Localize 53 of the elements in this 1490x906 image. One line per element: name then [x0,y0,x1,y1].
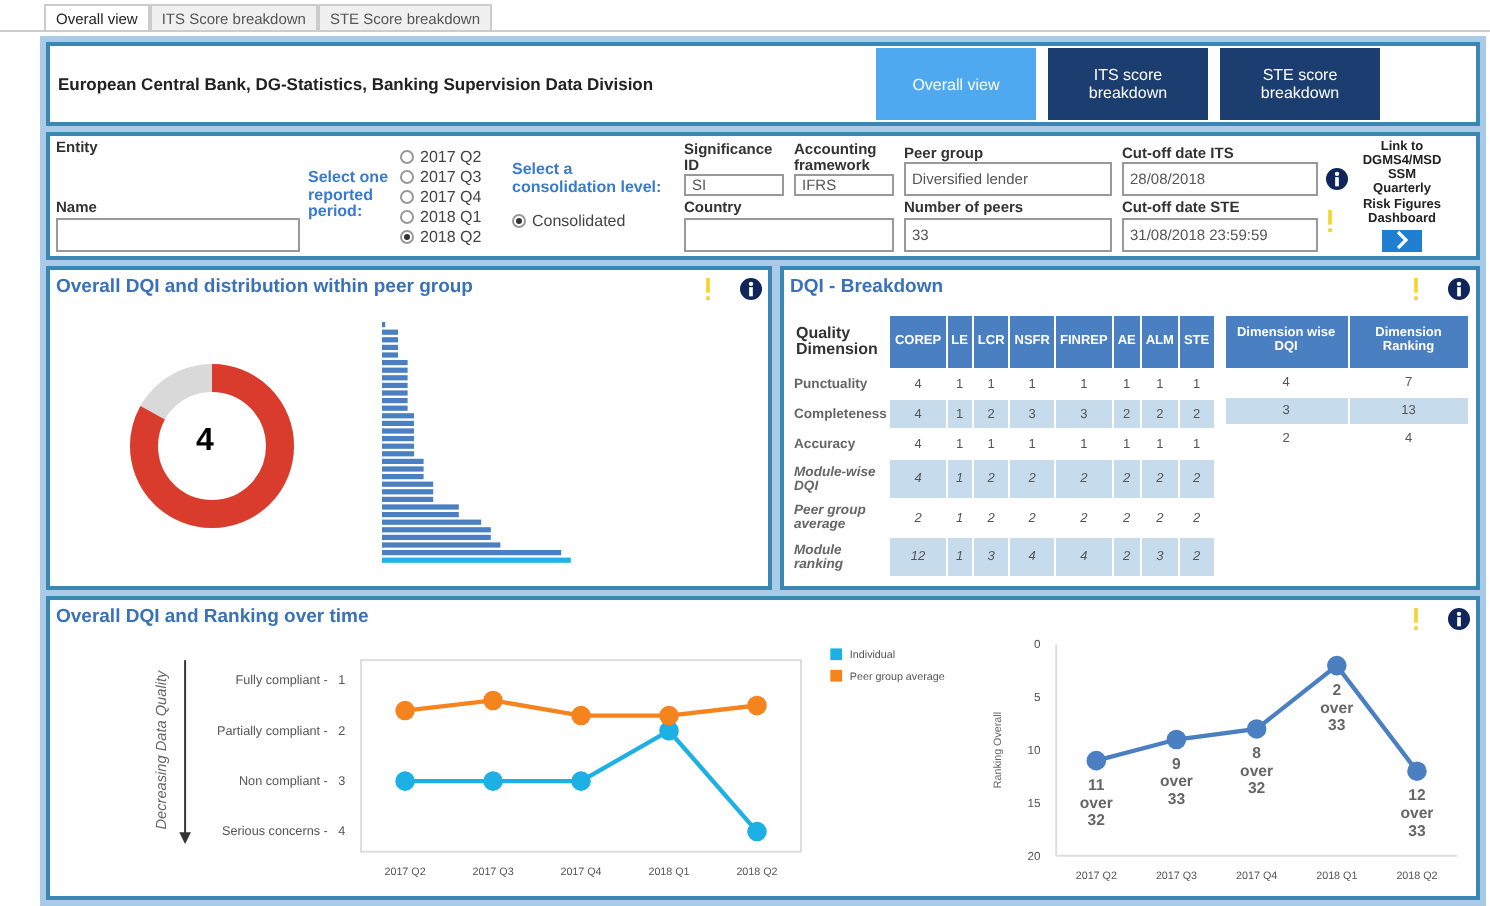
data-point [747,695,767,716]
score-value: 4 [196,424,214,460]
column-header: Quality Dimension [794,321,880,362]
radio-button[interactable] [400,209,414,223]
radio-button[interactable] [512,214,526,229]
value-label: 12 over 33 [1399,786,1433,840]
radio-label: 2017 Q3 [420,167,482,185]
radio-button[interactable] [400,189,414,203]
value-label: 9 over 33 [1159,754,1193,809]
radio-label: 2018 Q1 [420,207,482,225]
data-point [483,771,503,791]
nav-button[interactable]: STE score breakdown [1220,48,1380,120]
data-point [571,771,591,791]
data-point [659,705,679,726]
field-label: Select one reported period: [308,169,391,223]
exclamation-icon [1412,608,1420,630]
data-point [395,700,415,721]
data-point [483,690,503,711]
value-label: 2 over 33 [1319,680,1353,735]
next-button[interactable] [1382,229,1422,252]
exclamation-icon [1326,210,1334,232]
radio-button[interactable] [400,229,414,243]
info-icon[interactable] [740,278,762,300]
info-icon[interactable] [1448,608,1470,630]
radio-button[interactable] [400,169,414,183]
data-point [1085,750,1106,771]
text-field[interactable] [56,218,300,252]
radio-label: 2017 Q4 [420,187,482,205]
data-point [395,771,415,791]
data-point [747,821,767,842]
radio-button[interactable] [400,149,414,163]
chevron-icon [1394,230,1410,251]
panel-title: Overall DQI and Ranking over time [56,606,369,628]
data-point [1406,761,1427,781]
value-label: 8 over 32 [1239,744,1273,798]
data-point [571,705,591,726]
radio-label: Consolidated [532,212,626,231]
page-title: European Central Bank, DG-Statistics, Banking Supervision Data Division [58,74,656,94]
data-point [1166,729,1186,750]
field-label: Select a consolidation level: [512,161,664,197]
value-label: 11 over 32 [1079,775,1113,830]
exclamation-icon [704,278,712,300]
info-icon[interactable] [1448,278,1470,300]
nav-button[interactable]: ITS score breakdown [1048,48,1208,120]
radio-label: 2017 Q2 [420,147,482,165]
panel-title: DQI - Breakdown [790,276,944,298]
info-icon[interactable] [1326,168,1348,190]
exclamation-icon [1412,278,1420,300]
radio-label: 2018 Q2 [420,227,482,245]
text-field[interactable] [684,218,894,252]
data-point [1326,655,1346,676]
data-point [1246,719,1266,739]
panel-title: Overall DQI and distribution within peer group [56,276,473,298]
